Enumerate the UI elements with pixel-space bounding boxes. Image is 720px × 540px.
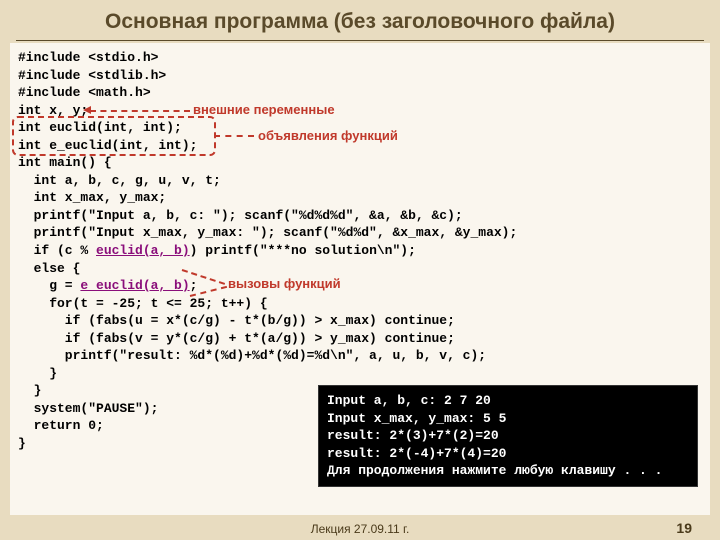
code-line: int main() { <box>18 154 702 172</box>
code-line: else { <box>18 260 702 278</box>
code-line: } <box>18 365 702 383</box>
annotation-func-calls: вызовы функций <box>228 275 341 293</box>
code-line: for(t = -25; t <= 25; t++) { <box>18 295 702 313</box>
footer-text: Лекция 27.09.11 г. <box>0 522 720 536</box>
annotation-func-decls: объявления функций <box>258 127 398 145</box>
code-line: if (fabs(u = x*(c/g) - t*(b/g)) > x_max)… <box>18 312 702 330</box>
terminal-output: Input a, b, c: 2 7 20 Input x_max, y_max… <box>318 385 698 487</box>
code-line: int a, b, c, g, u, v, t; <box>18 172 702 190</box>
code-block: #include <stdio.h> #include <stdlib.h> #… <box>10 43 710 515</box>
code-line: printf("Input a, b, c: "); scanf("%d%d%d… <box>18 207 702 225</box>
slide-title: Основная программа (без заголовочного фа… <box>16 0 704 41</box>
code-line: if (c % euclid(a, b)) printf("***no solu… <box>18 242 702 260</box>
arrow <box>90 110 190 112</box>
code-line: #include <math.h> <box>18 84 702 102</box>
arrow <box>214 135 254 137</box>
code-line: g = e_euclid(a, b); <box>18 277 702 295</box>
code-line: printf("Input x_max, y_max: "); scanf("%… <box>18 224 702 242</box>
terminal-line: Input a, b, c: 2 7 20 <box>327 392 689 410</box>
code-line: #include <stdio.h> <box>18 49 702 67</box>
arrowhead-icon <box>83 106 91 114</box>
terminal-line: Input x_max, y_max: 5 5 <box>327 410 689 428</box>
annotation-ext-vars: внешние переменные <box>193 101 335 119</box>
terminal-line: result: 2*(-4)+7*(4)=20 <box>327 445 689 463</box>
terminal-line: Для продолжения нажмите любую клавишу . … <box>327 462 689 480</box>
func-call: e_euclid(a, b) <box>80 278 189 293</box>
page-number: 19 <box>676 520 692 536</box>
function-decl-box <box>12 116 216 156</box>
code-line: #include <stdlib.h> <box>18 67 702 85</box>
code-line: printf("result: %d*(%d)+%d*(%d)=%d\n", a… <box>18 347 702 365</box>
code-line: if (fabs(v = y*(c/g) + t*(a/g)) > y_max)… <box>18 330 702 348</box>
func-call: euclid(a, b) <box>96 243 190 258</box>
terminal-line: result: 2*(3)+7*(2)=20 <box>327 427 689 445</box>
code-line: int x_max, y_max; <box>18 189 702 207</box>
